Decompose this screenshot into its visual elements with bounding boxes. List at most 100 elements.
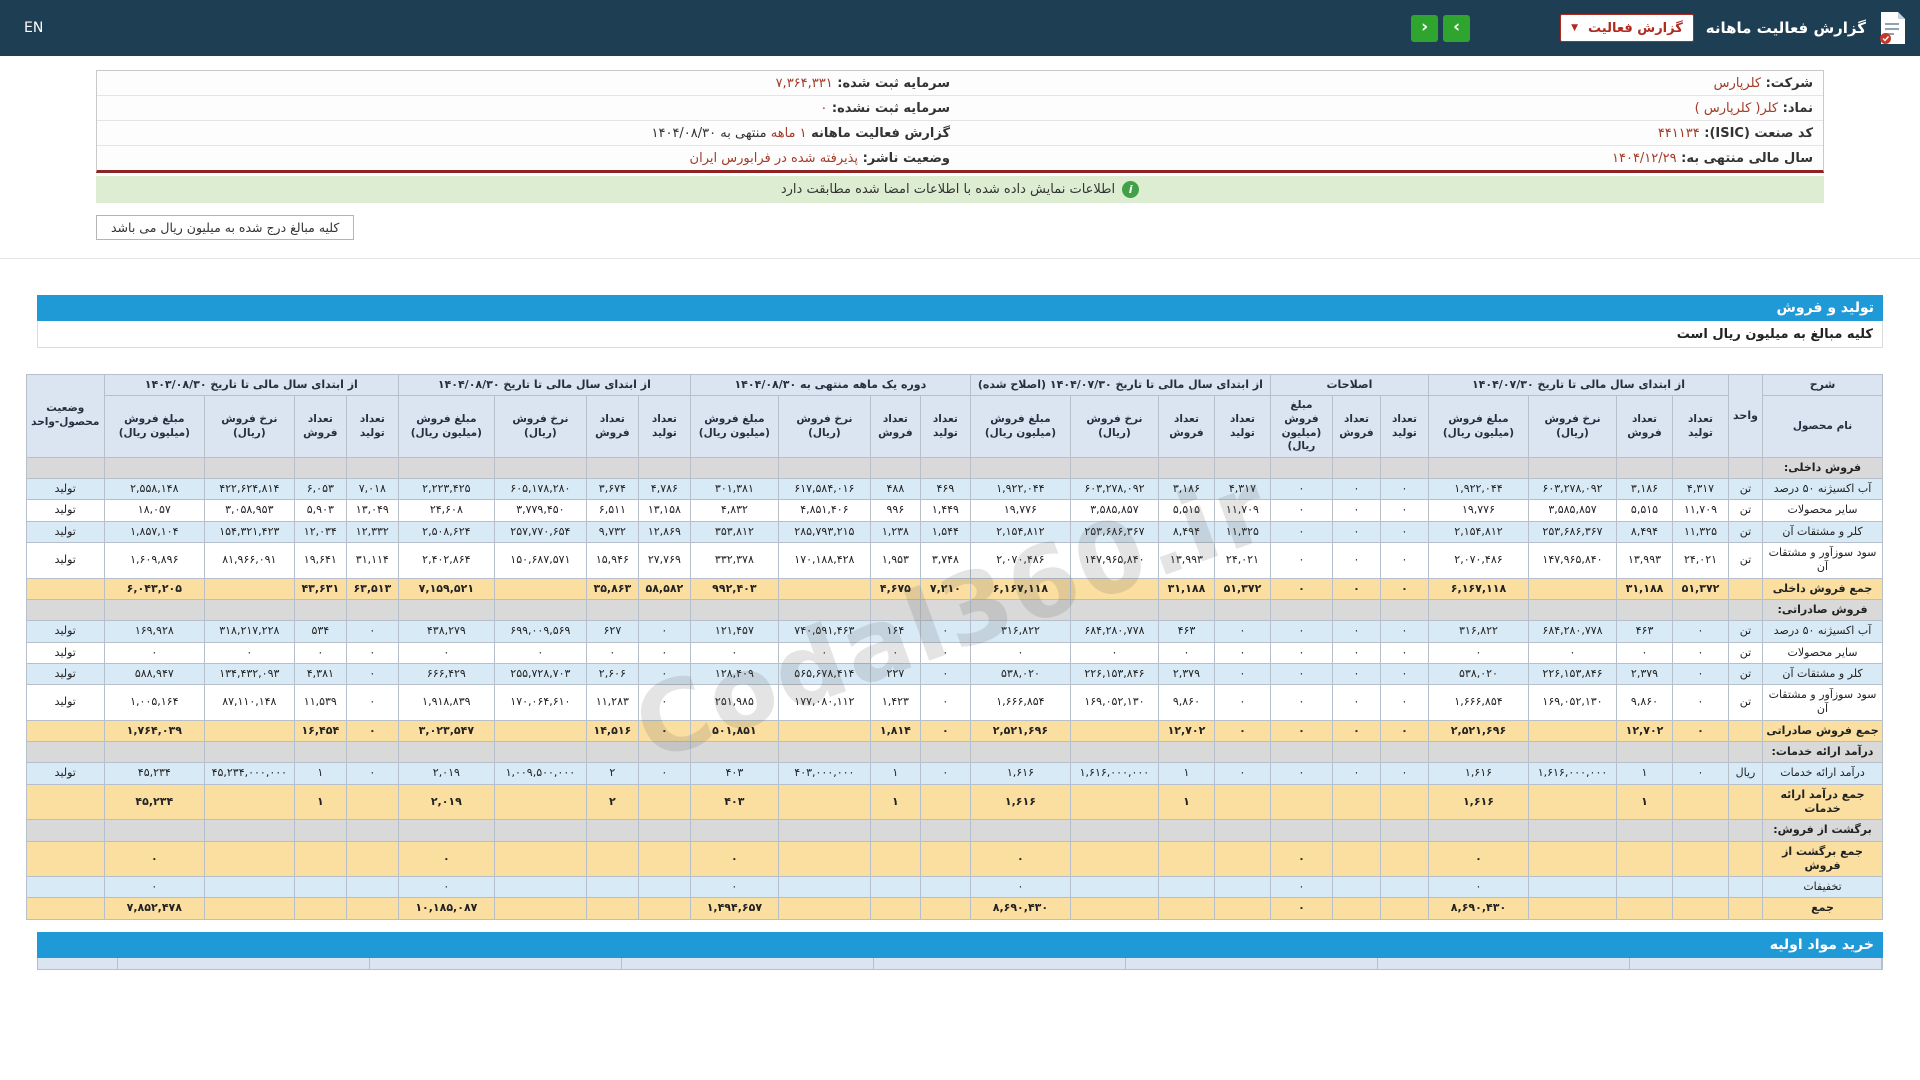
product-name-cell: تخفیفات bbox=[1762, 876, 1883, 899]
value-cell: ۶۰۵,۱۷۸,۲۸۰ bbox=[493, 478, 587, 501]
value-cell: ۲,۴۰۲,۸۶۴ bbox=[397, 542, 495, 579]
value-cell: ۱۶۹,۰۵۲,۱۳۰ bbox=[1069, 684, 1159, 721]
value-cell: ۵۸,۵۸۲ bbox=[637, 577, 691, 600]
value-cell: ۰ bbox=[585, 641, 639, 664]
value-cell: ۰ bbox=[919, 719, 971, 743]
value-cell bbox=[777, 840, 871, 878]
table-row: جمع فروش صادراتی ۰ ۱۲,۷۰۲ ۲,۵۲۱,۶۹۶ ۰ ۰ ۰ ۰ ۱۲,۷… bbox=[25, 719, 1883, 743]
value-cell: ۶۰۳,۲۷۸,۰۹۲ bbox=[1528, 478, 1617, 501]
column-group-header: اصلاحات bbox=[1269, 373, 1429, 397]
value-cell: ۰ bbox=[1672, 762, 1729, 785]
value-cell bbox=[1528, 577, 1617, 600]
value-cell: ۱ bbox=[1616, 762, 1673, 785]
value-cell: ۱۱,۷۰۹ bbox=[1672, 499, 1729, 522]
value-cell bbox=[493, 876, 587, 899]
value-cell: ۱,۶۶۶,۸۵۴ bbox=[969, 684, 1071, 721]
next-report-button[interactable]: › bbox=[1443, 14, 1471, 42]
value-cell: ۱۶۴ bbox=[869, 620, 921, 643]
unit-cell bbox=[1728, 577, 1763, 600]
value-cell: ۳۳۲,۳۷۸ bbox=[689, 542, 779, 579]
value-cell: ۴,۸۳۲ bbox=[689, 499, 779, 522]
value-cell: ۰ bbox=[1213, 641, 1271, 664]
value-cell: ۵۱,۳۷۲ bbox=[1213, 577, 1271, 600]
value-cell bbox=[585, 840, 639, 878]
value-cell: ۱,۶۱۶ bbox=[1427, 783, 1530, 821]
value-cell: ۰ bbox=[1269, 641, 1333, 664]
value-cell: ۲۴,۶۰۸ bbox=[397, 499, 495, 522]
product-name-cell: آب اکسیژنه ۵۰ درصد bbox=[1762, 478, 1883, 501]
value-cell: ۰ bbox=[969, 876, 1071, 899]
value-cell: ۵۳۸,۰۲۰ bbox=[969, 662, 1071, 686]
value-cell: ۴۳,۶۳۱ bbox=[293, 577, 347, 600]
value-cell bbox=[869, 876, 921, 899]
value-cell: ۹۹۲,۴۰۳ bbox=[689, 577, 779, 600]
report-type-dropdown[interactable]: گزارش فعالیت ▼ bbox=[1560, 14, 1694, 42]
value-cell bbox=[919, 783, 971, 821]
unit-cell bbox=[1728, 876, 1763, 899]
column-header: نرخ فروش (ریال) bbox=[203, 395, 295, 458]
table-row: آب اکسیژنه ۵۰ درصد تن ۰ ۴۶۳ ۶۸۴,۲۸۰,۷۷۸ ۳۱۶,۸… bbox=[25, 620, 1883, 643]
value-cell bbox=[493, 719, 587, 743]
value-cell: ۰ bbox=[203, 641, 295, 664]
value-cell: ۱۲۱,۴۵۷ bbox=[689, 620, 779, 643]
value-cell: ۰ bbox=[1269, 520, 1333, 544]
value-cell: ۰ bbox=[345, 662, 399, 686]
unit-cell: تن bbox=[1728, 520, 1763, 544]
value-cell: ۲۵۳,۶۸۶,۳۶۷ bbox=[1528, 520, 1617, 544]
value-cell: ۲,۱۵۴,۸۱۲ bbox=[1427, 520, 1530, 544]
value-cell: ۰ bbox=[1331, 542, 1381, 579]
table-row: آب اکسیژنه ۵۰ درصد تن ۴,۳۱۷ ۳,۱۸۶ ۶۰۳,۲۷۸,۰۹… bbox=[25, 478, 1883, 501]
value-cell bbox=[1213, 840, 1271, 878]
value-cell: ۱۲,۷۰۲ bbox=[1616, 719, 1673, 743]
value-cell: ۴۳۸,۲۷۹ bbox=[397, 620, 495, 643]
value-cell: ۳,۵۸۵,۸۵۷ bbox=[1528, 499, 1617, 522]
value-cell: ۴۰۳,۰۰۰,۰۰۰ bbox=[777, 762, 871, 785]
value-cell: ۱ bbox=[869, 762, 921, 785]
value-cell: ۱ bbox=[1157, 762, 1215, 785]
language-toggle[interactable]: EN bbox=[24, 20, 43, 36]
value-cell: ۲,۰۷۰,۴۸۶ bbox=[969, 542, 1071, 579]
value-cell: ۰ bbox=[1269, 876, 1333, 899]
value-cell bbox=[777, 719, 871, 743]
value-cell: ۴۶۹ bbox=[919, 478, 971, 501]
value-cell: ۴,۳۱۷ bbox=[1672, 478, 1729, 501]
value-cell: ۰ bbox=[103, 876, 205, 899]
value-cell: ۰ bbox=[919, 641, 971, 664]
value-cell: ۱۱,۳۲۵ bbox=[1672, 520, 1729, 544]
unit-cell: تن bbox=[1728, 662, 1763, 686]
table-row: کلر و مشتقات آن تن ۱۱,۳۲۵ ۸,۴۹۴ ۲۵۳,۶۸۶,۳۶۷ ۲… bbox=[25, 520, 1883, 544]
value-cell: ۰ bbox=[637, 641, 691, 664]
production-sales-section: تولید و فروش کلیه مبالغ به میلیون ریال ا… bbox=[37, 295, 1883, 348]
value-cell: ۰ bbox=[1379, 762, 1429, 785]
column-header: تعداد فروش bbox=[1331, 395, 1381, 458]
value-cell: ۰ bbox=[397, 876, 495, 899]
value-cell bbox=[777, 577, 871, 600]
value-cell: ۰ bbox=[1157, 641, 1215, 664]
value-cell: ۱۳,۹۹۳ bbox=[1157, 542, 1215, 579]
value-cell: ۱۹,۷۷۶ bbox=[1427, 499, 1530, 522]
value-cell: ۰ bbox=[1427, 840, 1530, 878]
value-cell: ۲۸۵,۷۹۳,۲۱۵ bbox=[777, 520, 871, 544]
info-cell: سرمایه ثبت شده: ۷,۳۶۴,۳۳۱ bbox=[775, 75, 950, 91]
value-cell: ۰ bbox=[1379, 520, 1429, 544]
value-cell: ۱۷۰,۱۸۸,۴۲۸ bbox=[777, 542, 871, 579]
value-cell: ۱۵۴,۳۲۱,۴۲۳ bbox=[203, 520, 295, 544]
value-cell: ۲۵۳,۶۸۶,۳۶۷ bbox=[1069, 520, 1159, 544]
value-cell: ۶,۰۵۳ bbox=[293, 478, 347, 501]
product-status-cell: تولید bbox=[25, 684, 105, 721]
previous-report-button[interactable]: ‹ bbox=[1411, 14, 1439, 42]
value-cell: ۰ bbox=[1672, 719, 1729, 743]
column-header: تعداد تولید bbox=[1379, 395, 1429, 458]
product-status-cell bbox=[25, 897, 105, 920]
value-cell: ۵۳۸,۰۲۰ bbox=[1427, 662, 1530, 686]
value-cell: ۲۷,۷۶۹ bbox=[637, 542, 691, 579]
value-cell bbox=[493, 897, 587, 920]
unit-cell: ریال bbox=[1728, 762, 1763, 785]
value-cell: ۱۲۸,۴۰۹ bbox=[689, 662, 779, 686]
value-cell: ۰ bbox=[1379, 542, 1429, 579]
value-cell bbox=[637, 783, 691, 821]
value-cell: ۲۲۷ bbox=[869, 662, 921, 686]
codal-monthly-activity-page: { "topbar": { "title": "گزارش فعالیت ماه… bbox=[0, 0, 1920, 1080]
value-cell: ۱۰,۱۸۵,۰۸۷ bbox=[397, 897, 495, 920]
note-box-row: کلیه مبالغ درج شده به میلیون ریال می باش… bbox=[96, 215, 1824, 240]
